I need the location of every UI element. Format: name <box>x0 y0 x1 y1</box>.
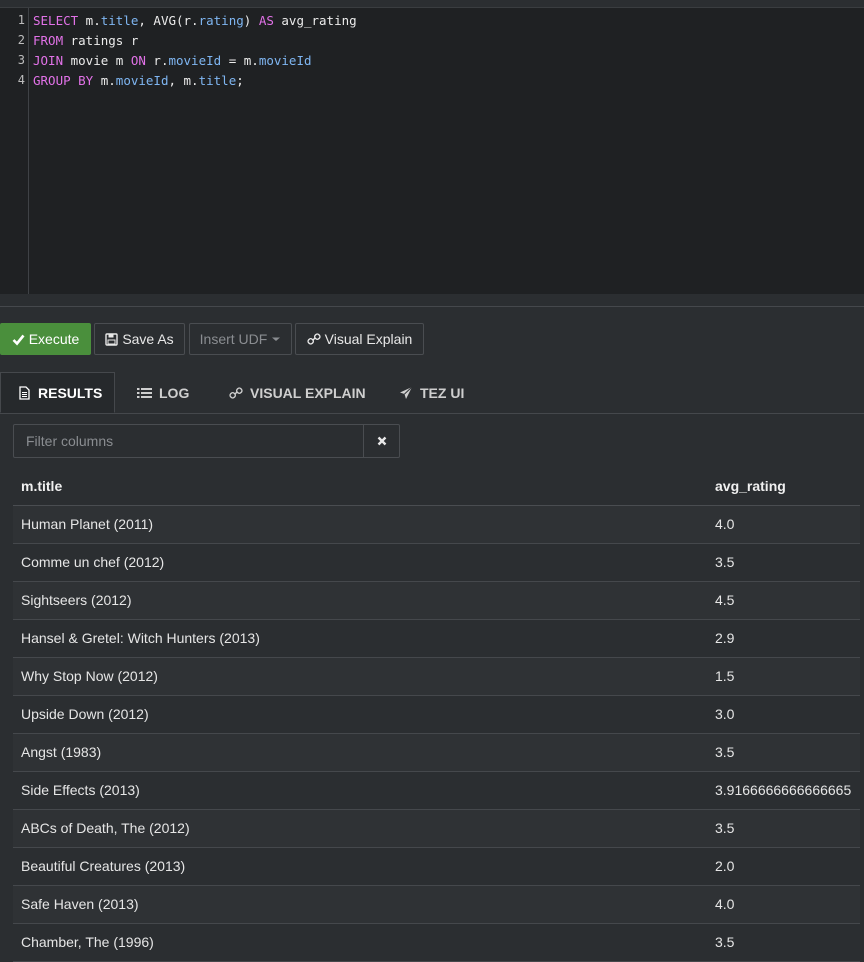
check-icon <box>12 334 25 345</box>
cell-avg-rating: 3.5 <box>715 934 735 950</box>
table-row[interactable]: Upside Down (2012) 3.0 <box>13 696 860 734</box>
execute-label: Execute <box>28 331 80 347</box>
cell-title: Sightseers (2012) <box>21 592 132 608</box>
cell-title: Side Effects (2013) <box>21 782 140 798</box>
code-line[interactable]: SELECT m.title, AVG(r.rating) AS avg_rat… <box>33 13 357 28</box>
cell-avg-rating: 1.5 <box>715 668 735 684</box>
save-as-button[interactable]: Save As <box>94 323 185 355</box>
cell-title: Human Planet (2011) <box>21 516 154 532</box>
cell-title: Beautiful Creatures (2013) <box>21 858 186 874</box>
cell-title: Comme un chef (2012) <box>21 554 165 570</box>
editor-resize-divider[interactable] <box>0 306 864 307</box>
code-line[interactable]: FROM ratings r <box>33 33 138 48</box>
table-row[interactable]: Beautiful Creatures (2013) 2.0 <box>13 848 860 886</box>
cell-title: Upside Down (2012) <box>21 706 149 722</box>
filter-columns-input[interactable] <box>13 424 364 458</box>
cell-title: Angst (1983) <box>21 744 102 760</box>
tab-tez-ui[interactable]: TEZ UI <box>399 372 464 413</box>
tab-label: LOG <box>159 384 190 401</box>
table-row[interactable]: Side Effects (2013) 3.9166666666666665 <box>13 772 860 810</box>
visual-explain-button[interactable]: Visual Explain <box>295 323 424 355</box>
cell-avg-rating: 4.0 <box>715 516 735 532</box>
cell-title: ABCs of Death, The (2012) <box>21 820 190 836</box>
cell-avg-rating: 2.9 <box>715 630 735 646</box>
file-icon <box>19 385 30 400</box>
cell-avg-rating: 4.5 <box>715 592 735 608</box>
tab-label: VISUAL EXPLAIN <box>250 384 366 401</box>
code-line[interactable]: JOIN movie m ON r.movieId = m.movieId <box>33 53 312 68</box>
filter-clear-button[interactable] <box>363 424 400 458</box>
table-row[interactable]: Comme un chef (2012) 3.5 <box>13 544 860 582</box>
cell-title: Hansel & Gretel: Witch Hunters (2013) <box>21 630 260 646</box>
cell-title: Safe Haven (2013) <box>21 896 139 912</box>
insert-udf-label: Insert UDF <box>199 331 268 347</box>
tab-log[interactable]: LOG <box>137 372 189 413</box>
tab-visual-explain[interactable]: VISUAL EXPLAIN <box>229 372 366 413</box>
sql-editor[interactable]: 1 2 3 4 SELECT m.title, AVG(r.rating) AS… <box>0 7 864 294</box>
save-as-label: Save As <box>122 331 174 347</box>
close-icon <box>377 436 386 446</box>
line-number: 2 <box>17 33 25 47</box>
results-table-header: m.title avg_rating <box>13 467 860 507</box>
cell-title: Why Stop Now (2012) <box>21 668 158 684</box>
results-table-body: Human Planet (2011) 4.0 Comme un chef (201… <box>13 506 860 962</box>
result-tabs: RESULTS LOG VISUAL EXPLAIN TEZ UI <box>0 372 864 414</box>
link-icon <box>307 333 321 345</box>
visual-explain-label: Visual Explain <box>324 331 413 347</box>
cell-avg-rating: 4.0 <box>715 896 735 912</box>
table-row[interactable]: Human Planet (2011) 4.0 <box>13 506 860 544</box>
cell-avg-rating: 3.9166666666666665 <box>715 782 852 798</box>
cell-avg-rating: 3.5 <box>715 554 735 570</box>
table-row[interactable]: Safe Haven (2013) 4.0 <box>13 886 860 924</box>
cell-avg-rating: 3.0 <box>715 706 735 722</box>
line-number: 1 <box>17 13 25 27</box>
tab-label: RESULTS <box>38 384 103 401</box>
execute-button[interactable]: Execute <box>0 323 91 355</box>
cell-title: Chamber, The (1996) <box>21 934 154 950</box>
caret-down-icon <box>272 337 281 341</box>
cell-avg-rating: 3.5 <box>715 820 735 836</box>
column-header-avg-rating[interactable]: avg_rating <box>715 478 786 494</box>
table-row[interactable]: Why Stop Now (2012) 1.5 <box>13 658 860 696</box>
table-row[interactable]: ABCs of Death, The (2012) 3.5 <box>13 810 860 848</box>
floppy-icon <box>105 332 119 346</box>
column-header-title[interactable]: m.title <box>21 478 62 494</box>
line-number: 4 <box>17 73 25 87</box>
line-number-gutter: 1 2 3 4 <box>0 8 29 294</box>
list-icon <box>137 387 152 398</box>
tab-results[interactable]: RESULTS <box>0 372 115 413</box>
line-number: 3 <box>17 53 25 67</box>
insert-udf-dropdown[interactable]: Insert UDF <box>189 323 292 355</box>
table-row[interactable]: Sightseers (2012) 4.5 <box>13 582 860 620</box>
link-icon <box>229 386 243 399</box>
table-row[interactable]: Hansel & Gretel: Witch Hunters (2013) 2.9 <box>13 620 860 658</box>
paper-plane-icon <box>400 386 413 399</box>
table-row[interactable]: Angst (1983) 3.5 <box>13 734 860 772</box>
table-row[interactable]: Chamber, The (1996) 3.5 <box>13 924 860 962</box>
code-line[interactable]: GROUP BY m.movieId, m.title; <box>33 73 244 88</box>
cell-avg-rating: 2.0 <box>715 858 735 874</box>
tab-label: TEZ UI <box>420 384 465 401</box>
cell-avg-rating: 3.5 <box>715 744 735 760</box>
